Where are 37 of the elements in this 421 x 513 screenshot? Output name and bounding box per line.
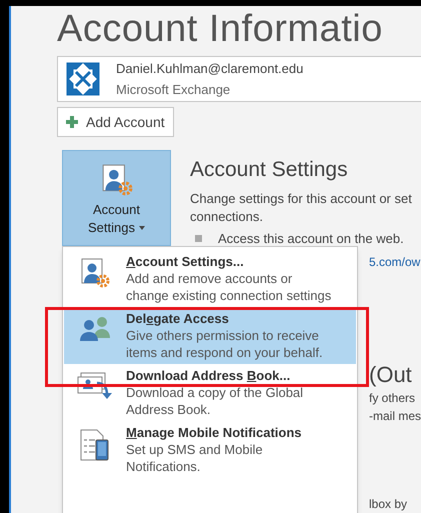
mobile-notifications-icon (79, 428, 111, 462)
menu-item-description: Address Book. (126, 401, 212, 418)
people-icon (78, 314, 112, 342)
section-heading: Account Settings (190, 157, 349, 183)
menu-item-description: Give others permission to receive (126, 327, 320, 344)
description-text: lbox by (369, 496, 408, 513)
account-settings-button[interactable]: Account Settings (62, 150, 171, 246)
section-description: connections. (190, 208, 264, 226)
add-account-button[interactable]: Add Account (57, 107, 174, 137)
account-email: Daniel.Kuhlman@claremont.edu (116, 60, 304, 78)
menu-item-description: items and respond on your behalf. (126, 344, 323, 361)
menu-item-description: Set up SMS and Mobile (126, 441, 264, 458)
bullet-icon (195, 234, 202, 242)
section-description: Change settings for this account or set (190, 190, 412, 208)
menu-item[interactable]: Delegate Access Give others permission to receive items and respond on your behalf. (64, 307, 356, 364)
exchange-logo-icon (66, 62, 100, 96)
web-link[interactable]: 5.com/ow (369, 253, 420, 271)
menu-item-description: change existing connection settings (126, 287, 332, 304)
section-heading: (Out (369, 364, 412, 386)
description-text: -mail mes (369, 408, 421, 425)
menu-item-description: Download a copy of the Global (126, 384, 304, 401)
menu-item-description: Add and remove accounts or (126, 270, 294, 287)
menu-item-description: Notifications. (126, 458, 202, 475)
address-book-download-icon (77, 371, 113, 401)
menu-item-title: Download Address Book... (126, 367, 292, 384)
menu-item-title: Account Settings... (126, 253, 245, 270)
account-selector[interactable]: Daniel.Kuhlman@claremont.edu Microsoft Exchange (57, 56, 421, 102)
web-access-text: Access this account on the web. (218, 230, 404, 248)
description-text: fy others (369, 390, 416, 407)
menu-item-title: Manage Mobile Notifications (126, 424, 302, 441)
page-title: Account Informatio (57, 10, 383, 48)
person-gear-icon (79, 257, 111, 289)
caret-icon (138, 226, 145, 230)
person-gear-icon (100, 163, 134, 197)
plus-icon (66, 116, 78, 128)
account-type: Microsoft Exchange (116, 81, 232, 99)
menu-item-title: Delegate Access (126, 310, 230, 327)
